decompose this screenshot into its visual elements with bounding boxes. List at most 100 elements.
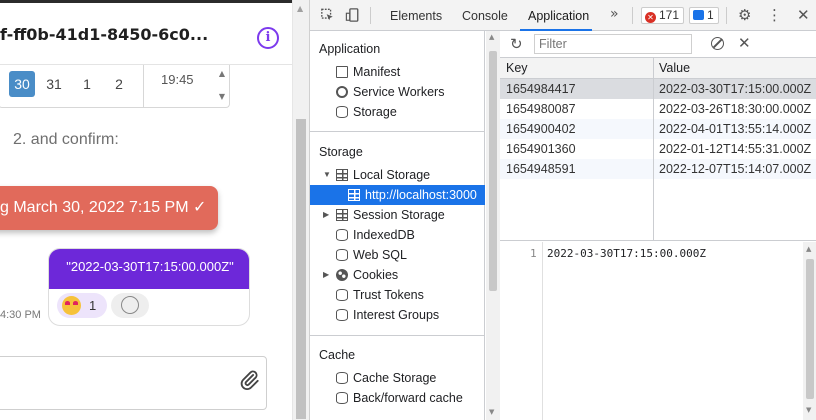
row-key: 1654948591 [506, 162, 576, 176]
scrollbar-thumb[interactable] [296, 119, 306, 419]
page-scrollbar[interactable]: ▲ [292, 0, 309, 420]
key-value-table: Key Value 1654984417 2022-03-30T17:15:00… [500, 58, 816, 241]
spinner-up-icon[interactable]: ▲ [219, 69, 225, 78]
toolbar-separator [726, 7, 727, 24]
scroll-up-icon[interactable]: ▲ [297, 4, 303, 13]
sidebar-item-cookies[interactable]: ▶ Cookies [310, 265, 485, 285]
scroll-up-icon[interactable]: ▲ [489, 33, 494, 41]
row-value: 2022-04-01T13:55:14.000Z [659, 122, 812, 136]
database-icon [336, 392, 348, 404]
database-icon [336, 372, 348, 384]
scroll-down-icon[interactable]: ▼ [489, 408, 494, 416]
expand-right-icon[interactable]: ▶ [323, 205, 329, 225]
clear-all-icon[interactable] [711, 37, 724, 50]
more-options-icon[interactable]: ⋮ [767, 6, 782, 24]
spinner-down-icon[interactable]: ▼ [219, 92, 225, 101]
reaction-chip[interactable]: 1 [57, 293, 107, 318]
sidebar-header-application: Application [319, 42, 381, 56]
info-icon[interactable]: i [257, 27, 279, 49]
expand-down-icon[interactable]: ▼ [323, 165, 331, 185]
table-row[interactable]: 1654901360 2022-01-12T14:55:31.000Z [500, 139, 816, 159]
table-row[interactable]: 1654980087 2022-03-26T18:30:00.000Z [500, 99, 816, 119]
sidebar-item-label: Cookies [353, 268, 399, 282]
confirm-button[interactable]: g March 30, 2022 7:15 PM ✓ [0, 186, 218, 230]
time-input[interactable]: 19:45 ▲ ▼ [143, 65, 231, 108]
preview-scrollbar[interactable]: ▲ ▼ [803, 242, 816, 420]
message-input[interactable] [0, 356, 267, 410]
preview-content: 2022-03-30T17:15:00.000Z [547, 247, 706, 260]
settings-gear-icon[interactable]: ⚙ [738, 6, 751, 24]
scrollbar-thumb[interactable] [489, 51, 497, 291]
column-header-key[interactable]: Key [500, 58, 528, 79]
scroll-down-icon[interactable]: ▼ [806, 406, 811, 414]
error-count: 171 [659, 8, 680, 22]
sidebar-scrollbar[interactable]: ▲ ▼ [486, 31, 500, 420]
table-grid-icon [336, 169, 348, 181]
row-key: 1654901360 [506, 142, 576, 156]
inspect-element-icon[interactable] [320, 8, 335, 22]
expand-right-icon[interactable]: ▶ [323, 265, 329, 285]
table-row[interactable]: 1654984417 2022-03-30T17:15:00.000Z [500, 79, 816, 99]
error-count-badge[interactable]: ✕ 171 [641, 7, 685, 24]
sidebar-header-storage: Storage [319, 145, 363, 159]
filter-input[interactable] [534, 34, 692, 54]
sidebar-item-label: Web SQL [353, 248, 407, 262]
table-grid-icon [348, 189, 360, 201]
row-key: 1654900402 [506, 122, 576, 136]
line-gutter [500, 242, 543, 420]
devtools-toolbar: Elements Console Application » ✕ 171 1 ⚙ … [310, 0, 816, 31]
row-key: 1654980087 [506, 102, 576, 116]
reaction-count: 1 [89, 298, 97, 313]
day-1[interactable]: 1 [74, 71, 100, 97]
row-value: 2022-03-26T18:30:00.000Z [659, 102, 812, 116]
error-icon: ✕ [645, 12, 656, 23]
chat-title: f-ff0b-41d1-8450-6c0... [0, 25, 209, 44]
column-header-value[interactable]: Value [653, 58, 690, 79]
database-icon [336, 106, 348, 118]
table-row[interactable]: 1654900402 2022-04-01T13:55:14.000Z [500, 119, 816, 139]
sidebar-item-label: Storage [353, 105, 397, 119]
sidebar-item-label: Session Storage [353, 208, 445, 222]
sidebar-item-back-forward-cache[interactable]: Back/forward cache [310, 388, 485, 408]
sidebar-item-service-workers[interactable]: Service Workers [310, 82, 485, 102]
message-bubble: "2022-03-30T17:15:00.000Z" 1 [48, 248, 250, 326]
more-tabs-icon[interactable]: » [610, 6, 619, 22]
sidebar-item-web-sql[interactable]: Web SQL [310, 245, 485, 265]
message-count-badge[interactable]: 1 [689, 7, 719, 24]
sidebar-item-localhost[interactable]: http://localhost:3000 [310, 185, 485, 205]
day-30[interactable]: 30 [9, 71, 35, 97]
close-devtools-icon[interactable]: ✕ [797, 6, 810, 24]
time-value: 19:45 [161, 72, 194, 87]
paperclip-icon[interactable] [238, 369, 260, 391]
tab-elements[interactable]: Elements [390, 0, 442, 31]
sidebar-item-label: Service Workers [353, 85, 445, 99]
refresh-icon[interactable]: ↻ [510, 35, 523, 53]
tab-console[interactable]: Console [462, 0, 508, 31]
device-toolbar-icon[interactable] [345, 8, 360, 22]
sidebar-item-session-storage[interactable]: ▶ Session Storage [310, 205, 485, 225]
sidebar-item-cache-storage[interactable]: Cache Storage [310, 368, 485, 388]
sidebar-item-storage[interactable]: Storage [310, 102, 485, 122]
sidebar-item-local-storage[interactable]: ▼ Local Storage [310, 165, 485, 185]
sidebar-divider [310, 335, 485, 336]
column-resizer[interactable] [653, 58, 654, 241]
day-2[interactable]: 2 [106, 71, 132, 97]
sidebar-item-label: Manifest [353, 65, 401, 79]
sidebar-item-trust-tokens[interactable]: Trust Tokens [310, 285, 485, 305]
message-icon [693, 10, 704, 20]
scrollbar-thumb[interactable] [806, 259, 814, 399]
scroll-up-icon[interactable]: ▲ [806, 245, 811, 253]
table-row[interactable]: 1654948591 2022-12-07T15:14:07.000Z [500, 159, 816, 179]
tab-application[interactable]: Application [520, 0, 592, 31]
devtools-panel: Elements Console Application » ✕ 171 1 ⚙ … [309, 0, 816, 420]
date-time-picker: 30 31 1 2 19:45 ▲ ▼ [0, 65, 230, 108]
message-text: "2022-03-30T17:15:00.000Z" [49, 249, 249, 289]
day-31[interactable]: 31 [41, 71, 67, 97]
message-timestamp: 4:30 PM [0, 309, 41, 321]
add-reaction-button[interactable] [111, 293, 149, 318]
sidebar-item-manifest[interactable]: Manifest [310, 62, 485, 82]
sidebar-item-interest-groups[interactable]: Interest Groups [310, 305, 485, 325]
gear-icon [336, 86, 348, 98]
sidebar-item-indexeddb[interactable]: IndexedDB [310, 225, 485, 245]
delete-selected-icon[interactable]: ✕ [738, 34, 751, 52]
